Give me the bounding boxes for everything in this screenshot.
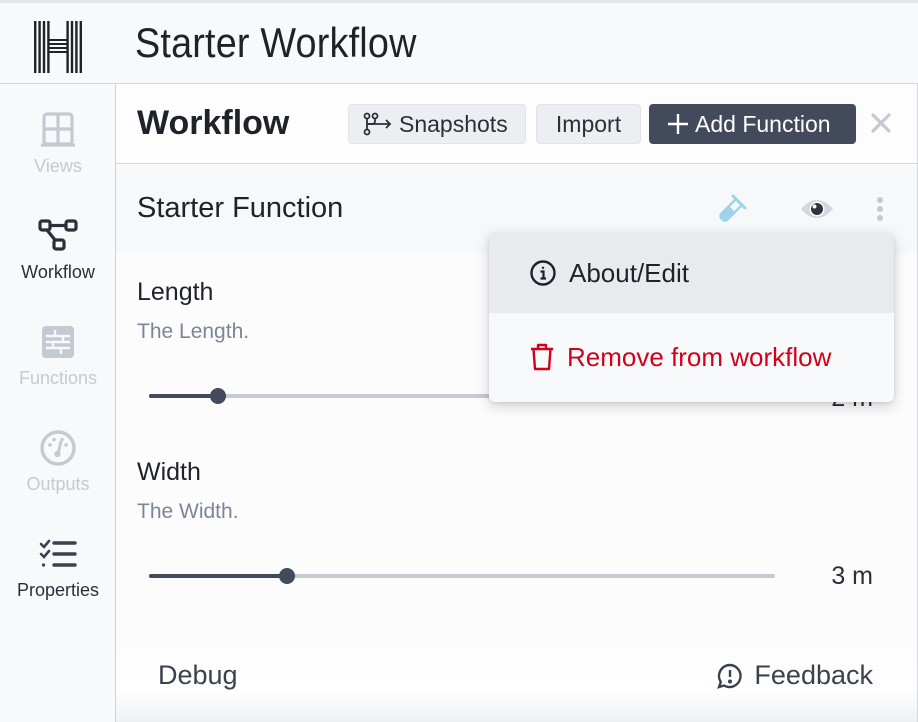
checklist-icon — [38, 534, 78, 574]
app-root: Starter Workflow Views Workflow Function… — [0, 0, 918, 722]
sidebar-item-label: Workflow — [21, 262, 95, 282]
snapshots-icon — [363, 112, 393, 136]
sidebar-item-label: Properties — [16, 580, 100, 600]
sidebar-item-views[interactable]: Views — [0, 110, 116, 200]
hypar-logo-icon[interactable] — [34, 21, 82, 73]
import-button[interactable]: Import — [536, 104, 641, 144]
feedback-label: Feedback — [754, 660, 873, 690]
sidebar: Views Workflow Functions Outputs Propert… — [0, 84, 116, 722]
import-label: Import — [555, 110, 622, 137]
add-function-button[interactable]: Add Function — [649, 104, 856, 144]
sidebar-item-label: Functions — [18, 368, 98, 388]
menu-item-label: About/Edit — [569, 257, 689, 288]
plus-icon — [667, 113, 689, 135]
sidebar-item-label: Outputs — [26, 474, 90, 494]
brick-wall-icon — [38, 322, 78, 362]
slider-thumb[interactable] — [278, 568, 295, 584]
width-slider[interactable] — [149, 566, 775, 586]
function-context-menu: About/Edit Remove from workflow — [489, 233, 894, 402]
slider-fill — [149, 394, 218, 398]
app-title: Starter Workflow — [135, 19, 417, 66]
width-value: 3 m — [831, 562, 873, 590]
sidebar-item-properties[interactable]: Properties — [0, 534, 116, 624]
workflow-nodes-icon — [38, 216, 78, 256]
info-circle-icon — [529, 259, 557, 287]
panel-title: Workflow — [137, 104, 290, 142]
top-header: Starter Workflow — [0, 0, 918, 84]
workflow-panel: Workflow Snapshots Import Add Function S… — [116, 84, 918, 722]
length-label: Length — [137, 278, 214, 306]
sidebar-item-label: Views — [34, 156, 82, 176]
trash-icon — [529, 342, 555, 372]
feedback-bubble-icon — [716, 662, 744, 690]
sidebar-item-outputs[interactable]: Outputs — [0, 428, 116, 518]
more-vertical-icon[interactable] — [868, 191, 892, 227]
test-tube-icon[interactable] — [714, 191, 750, 227]
close-icon[interactable] — [868, 110, 894, 136]
menu-item-label: Remove from workflow — [567, 341, 832, 372]
debug-link[interactable]: Debug — [158, 660, 238, 691]
add-function-label: Add Function — [695, 110, 831, 137]
menu-item-remove-from-workflow[interactable]: Remove from workflow — [489, 317, 894, 397]
snapshots-button[interactable]: Snapshots — [348, 104, 526, 144]
window-grid-icon — [38, 110, 78, 150]
slider-thumb[interactable] — [209, 388, 226, 404]
snapshots-label: Snapshots — [399, 110, 508, 137]
sidebar-item-functions[interactable]: Functions — [0, 322, 116, 412]
menu-item-about-edit[interactable]: About/Edit — [489, 233, 894, 313]
function-title: Starter Function — [137, 192, 344, 224]
gauge-icon — [38, 428, 78, 468]
sidebar-item-workflow[interactable]: Workflow — [0, 216, 116, 306]
slider-fill — [149, 574, 287, 578]
panel-header: Workflow Snapshots Import Add Function — [116, 84, 917, 164]
panel-footer: Debug Feedback — [116, 640, 917, 722]
feedback-link[interactable]: Feedback — [716, 660, 873, 691]
width-description: The Width. — [137, 500, 239, 523]
length-description: The Length. — [137, 320, 250, 343]
width-label: Width — [137, 458, 201, 486]
eye-icon[interactable] — [798, 191, 836, 227]
